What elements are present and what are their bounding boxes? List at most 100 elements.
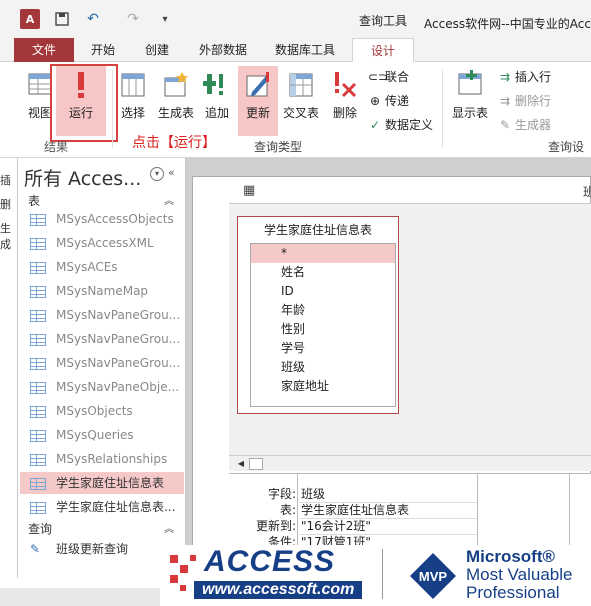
- field-item[interactable]: *: [251, 244, 395, 263]
- field-item[interactable]: 姓名: [251, 263, 395, 282]
- builder-label: 生成器: [515, 118, 552, 132]
- delete-row-button[interactable]: ⇉ 删除行: [498, 92, 551, 110]
- nav-table-item[interactable]: MSysAccessObjects: [20, 208, 184, 230]
- chevron-up-icon: ︽: [164, 196, 174, 207]
- field-item[interactable]: 班级: [251, 358, 395, 377]
- delete-label: 删除: [332, 106, 357, 120]
- access-logo-icon[interactable]: A: [20, 9, 40, 29]
- nav-menu-chevron-icon[interactable]: ▾: [150, 167, 164, 181]
- grid-cell[interactable]: 班级: [299, 486, 477, 503]
- table-icon: [30, 309, 46, 322]
- strip-text: 删: [0, 198, 11, 211]
- crosstab-icon: [289, 73, 313, 97]
- title-bar: A ↶ ↷ ▾ 查询工具 Access软件网--中国专业的Acce: [0, 0, 591, 38]
- section-header-queries[interactable]: 查询 ︽: [28, 520, 178, 537]
- update-query-icon: ✎: [30, 542, 41, 556]
- make-table-icon: [164, 72, 188, 97]
- field-item[interactable]: 学号: [251, 339, 395, 358]
- horizontal-scrollbar[interactable]: ◀: [229, 455, 591, 471]
- nav-table-item[interactable]: MSysQueries: [20, 424, 184, 446]
- table-pane: 学生家庭住址信息表 * 姓名 ID 年龄 性别 学号 班级 家庭地址: [229, 203, 591, 455]
- nav-table-item[interactable]: MSysNavPaneGrou...: [20, 352, 184, 374]
- nav-pane-title[interactable]: 所有 Acces...: [24, 164, 141, 191]
- query-design-area: ▦ 班 学生家庭住址信息表 * 姓名 ID 年龄 性别 学号 班级 家庭地址 ◀: [186, 158, 591, 590]
- nav-table-item[interactable]: MSysNavPaneObje...: [20, 376, 184, 398]
- tab-file[interactable]: 文件: [14, 38, 74, 62]
- nav-item-label: MSysNavPaneObje...: [56, 380, 180, 394]
- union-button[interactable]: ⊂⊃联合: [368, 68, 409, 86]
- svg-text:MVP: MVP: [419, 569, 448, 584]
- field-item[interactable]: 性别: [251, 320, 395, 339]
- field-item[interactable]: ID: [251, 282, 395, 301]
- field-item[interactable]: 年龄: [251, 301, 395, 320]
- builder-button[interactable]: ✎ 生成器: [498, 116, 551, 134]
- undo-icon[interactable]: ↶: [83, 9, 103, 29]
- table-icon: [30, 237, 46, 250]
- query-tab-icon: ▦: [243, 183, 256, 198]
- group-label-results: 结果: [44, 140, 69, 154]
- nav-item-label: MSysQueries: [56, 428, 134, 442]
- nav-table-item[interactable]: MSysACEs: [20, 256, 184, 278]
- chevron-up-icon: ︽: [164, 524, 174, 535]
- nav-item-label: MSysNavPaneGrou...: [56, 332, 181, 346]
- grid-cell[interactable]: 学生家庭住址信息表: [299, 502, 477, 519]
- save-icon[interactable]: [52, 9, 72, 29]
- nav-item-label: MSysACEs: [56, 260, 118, 274]
- update-button[interactable]: 更新: [238, 66, 278, 136]
- tab-home[interactable]: 开始: [86, 38, 120, 62]
- tab-database-tools[interactable]: 数据库工具: [270, 38, 340, 62]
- redo-icon[interactable]: ↷: [123, 9, 143, 29]
- nav-item-label: MSysObjects: [56, 404, 133, 418]
- append-button[interactable]: 追加: [200, 66, 234, 136]
- tab-external-data[interactable]: 外部数据: [192, 38, 254, 62]
- data-definition-button[interactable]: ✓ 数据定义: [368, 116, 433, 134]
- show-table-button[interactable]: 显示表: [448, 66, 492, 136]
- table-icon: [30, 285, 46, 298]
- select-query-icon: [121, 73, 145, 97]
- tab-design[interactable]: 设计: [352, 38, 414, 63]
- watermark-most-valuable-text: Most Valuable: [466, 565, 573, 584]
- nav-table-item-selected[interactable]: 学生家庭住址信息表: [20, 472, 184, 494]
- tab-create[interactable]: 创建: [140, 38, 174, 62]
- scroll-left-arrow-icon[interactable]: ◀: [235, 458, 247, 470]
- make-table-button[interactable]: 生成表: [156, 66, 196, 136]
- nav-table-item[interactable]: MSysRelationships: [20, 448, 184, 470]
- watermark-divider: [382, 549, 383, 599]
- pass-through-button[interactable]: ⊕ 传递: [368, 92, 409, 110]
- union-label: 联合: [385, 70, 410, 84]
- scroll-thumb[interactable]: [249, 458, 263, 470]
- nav-table-item[interactable]: MSysNameMap: [20, 280, 184, 302]
- delete-row-icon: ⇉: [499, 94, 511, 108]
- customize-toolbar-icon[interactable]: ▾: [155, 9, 175, 29]
- nav-table-item[interactable]: MSysNavPaneGrou...: [20, 328, 184, 350]
- data-definition-label: 数据定义: [385, 118, 434, 132]
- crosstab-label: 交叉表: [282, 106, 319, 120]
- ribbon: 视图 运行 选择 生成表 追加 更新 交叉表 删除 ⊂⊃联合 ⊕ 传递 ✓ 数据定义…: [0, 62, 591, 171]
- field-list-window[interactable]: 学生家庭住址信息表 * 姓名 ID 年龄 性别 学号 班级 家庭地址: [237, 216, 399, 414]
- delete-query-button[interactable]: 删除: [328, 66, 362, 136]
- table-icon: [30, 429, 46, 442]
- nav-table-item[interactable]: MSysObjects: [20, 400, 184, 422]
- show-table-icon: [458, 70, 482, 95]
- group-label-query-type: 查询类型: [254, 140, 303, 154]
- crosstab-button[interactable]: 交叉表: [280, 66, 322, 136]
- nav-table-item[interactable]: MSysAccessXML: [20, 232, 184, 254]
- grid-row-table: 表: 学生家庭住址信息表: [229, 502, 591, 519]
- navigation-pane: 所有 Acces... ▾ « 表 ︽ MSysAccessObjects MSy…: [18, 158, 186, 588]
- watermark-access-text: ACCESS: [204, 545, 336, 578]
- field-item[interactable]: 家庭地址: [251, 377, 395, 396]
- delete-query-icon: [335, 72, 357, 98]
- table-icon: [30, 381, 46, 394]
- select-query-button[interactable]: 选择: [116, 66, 150, 136]
- nav-table-item[interactable]: 学生家庭住址信息表...: [20, 496, 184, 518]
- query-document-window: ▦ 班 学生家庭住址信息表 * 姓名 ID 年龄 性别 学号 班级 家庭地址 ◀: [192, 176, 591, 590]
- nav-item-label: MSysNavPaneGrou...: [56, 308, 181, 322]
- table-icon: [30, 405, 46, 418]
- nav-collapse-icon[interactable]: «: [168, 166, 175, 179]
- grid-cell[interactable]: "16会计2班": [299, 518, 477, 535]
- nav-item-label: 学生家庭住址信息表...: [56, 500, 176, 514]
- table-icon: [30, 501, 46, 514]
- section-header-tables[interactable]: 表 ︽: [28, 192, 178, 209]
- insert-row-button[interactable]: ⇉ 插入行: [498, 68, 551, 86]
- nav-table-item[interactable]: MSysNavPaneGrou...: [20, 304, 184, 326]
